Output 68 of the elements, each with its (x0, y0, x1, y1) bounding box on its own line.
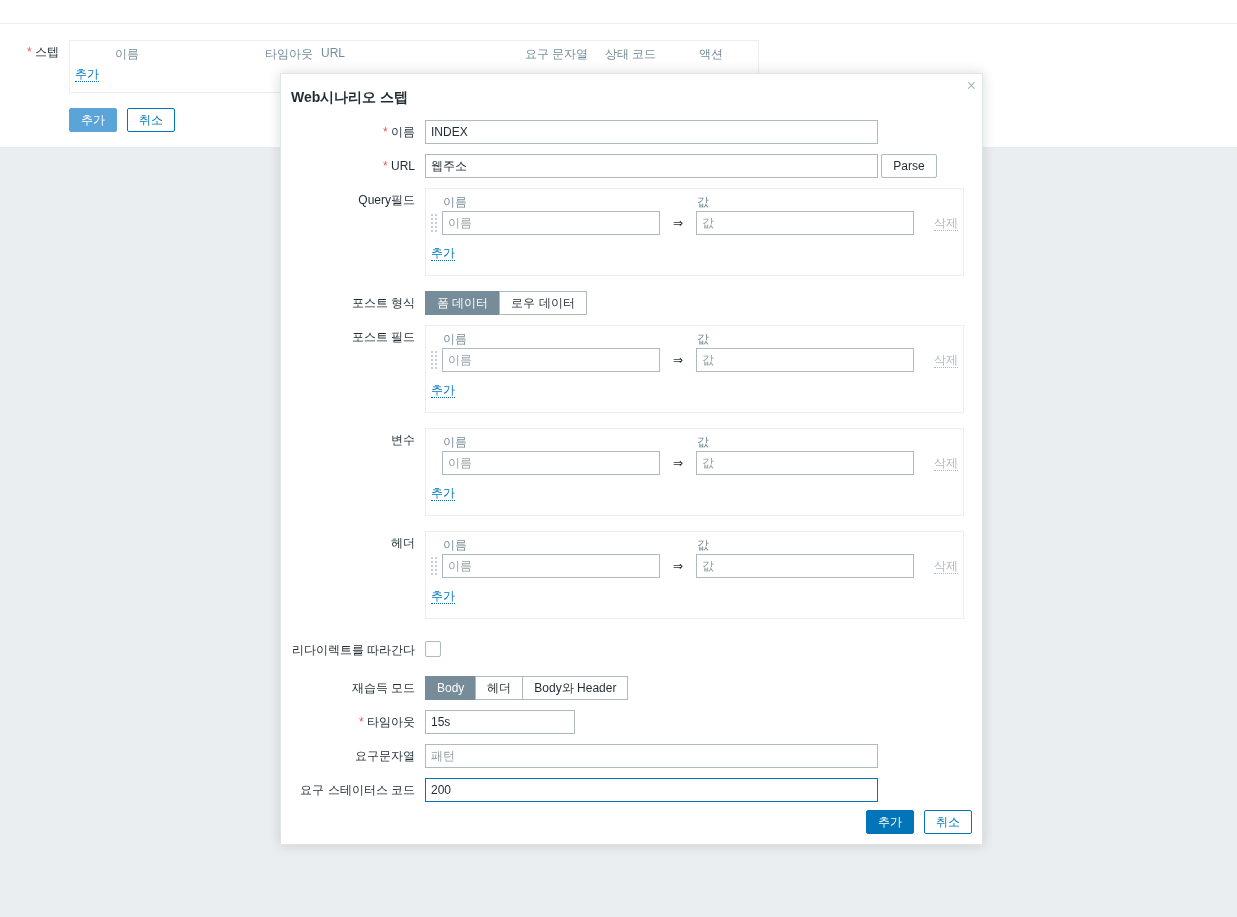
column-header: 값 (697, 434, 709, 451)
column-header: 값 (697, 331, 709, 348)
arrow-text: ⇒ (671, 216, 685, 230)
column-header: URL (321, 46, 345, 60)
segment-button[interactable]: 폼 데이터 (425, 291, 501, 315)
arrow-text: ⇒ (671, 353, 685, 367)
column-header: 이름 (443, 194, 468, 211)
column-header: 이름 (115, 47, 139, 61)
segment-button[interactable]: Body (425, 676, 477, 700)
field-label: 포스트 형식 (351, 296, 415, 310)
column-header: 요구 문자열 (525, 47, 589, 61)
add-button[interactable]: 추가 (866, 810, 914, 834)
add-link[interactable]: 추가 (431, 486, 455, 501)
field-label: 헤더 (391, 536, 415, 550)
field-label: URL (391, 159, 415, 173)
add-link[interactable]: 추가 (431, 246, 455, 261)
cancel-button[interactable]: 취소 (127, 108, 175, 132)
column-header: 값 (697, 537, 709, 554)
field-label: 요구 스테이터스 코드 (300, 783, 415, 797)
drag-handle-icon[interactable] (431, 350, 437, 370)
column-header: 액션 (699, 47, 723, 61)
field-label: 재습득 모드 (351, 681, 415, 695)
required-mark: * (383, 125, 388, 139)
add-link[interactable]: 추가 (431, 589, 455, 604)
value-input[interactable]: 값 (696, 348, 914, 372)
field-label: 변수 (391, 433, 415, 447)
required-mark: * (27, 45, 32, 59)
dialog-title: Web시나리오 스텝 (291, 88, 409, 106)
input-field[interactable]: 패턴 (425, 744, 878, 768)
cancel-button[interactable]: 취소 (924, 810, 972, 834)
segment-button[interactable]: 헤더 (475, 676, 524, 700)
column-header: 타임아웃 (265, 47, 313, 61)
name-input[interactable]: 이름 (442, 554, 660, 578)
column-header: 이름 (443, 537, 468, 554)
name-input[interactable]: 이름 (442, 451, 660, 475)
required-mark: * (382, 159, 388, 173)
field-label: Query필드 (358, 193, 415, 207)
add-link[interactable]: 추가 (75, 67, 99, 82)
parse-button[interactable]: Parse (881, 154, 937, 178)
segment-button[interactable]: Body와 Header (522, 676, 629, 700)
column-header: 이름 (443, 434, 468, 451)
field-label: 포스트 필드 (351, 330, 415, 344)
input-field[interactable]: 200 (425, 778, 878, 802)
column-header: 상태 코드 (605, 47, 657, 61)
segment-button[interactable]: 로우 데이터 (499, 291, 587, 315)
value-input[interactable]: 값 (696, 451, 914, 475)
arrow-text: ⇒ (671, 559, 685, 573)
field-label: 이름 (391, 125, 415, 139)
field-label: 타임아웃 (367, 715, 415, 729)
drag-handle-icon[interactable] (431, 556, 437, 576)
column-header: 이름 (443, 331, 468, 348)
add-link[interactable]: 추가 (431, 383, 455, 398)
input-field[interactable]: 15s (425, 710, 575, 734)
input-field[interactable]: INDEX (425, 120, 878, 144)
value-input[interactable]: 값 (696, 211, 914, 235)
field-label: 스텝 (35, 45, 59, 59)
field-label: 요구문자열 (355, 749, 415, 763)
field-label: 리다이렉트를 따라간다 (291, 643, 415, 657)
column-header: 값 (697, 194, 709, 211)
arrow-text: ⇒ (671, 456, 685, 470)
add-button[interactable]: 추가 (69, 108, 117, 132)
name-input[interactable]: 이름 (442, 348, 660, 372)
value-input[interactable]: 값 (696, 554, 914, 578)
checkbox[interactable] (425, 641, 441, 657)
name-input[interactable]: 이름 (442, 211, 660, 235)
required-mark: * (359, 715, 364, 729)
input-field[interactable]: 웹주소 (425, 154, 878, 178)
drag-handle-icon[interactable] (431, 213, 437, 233)
